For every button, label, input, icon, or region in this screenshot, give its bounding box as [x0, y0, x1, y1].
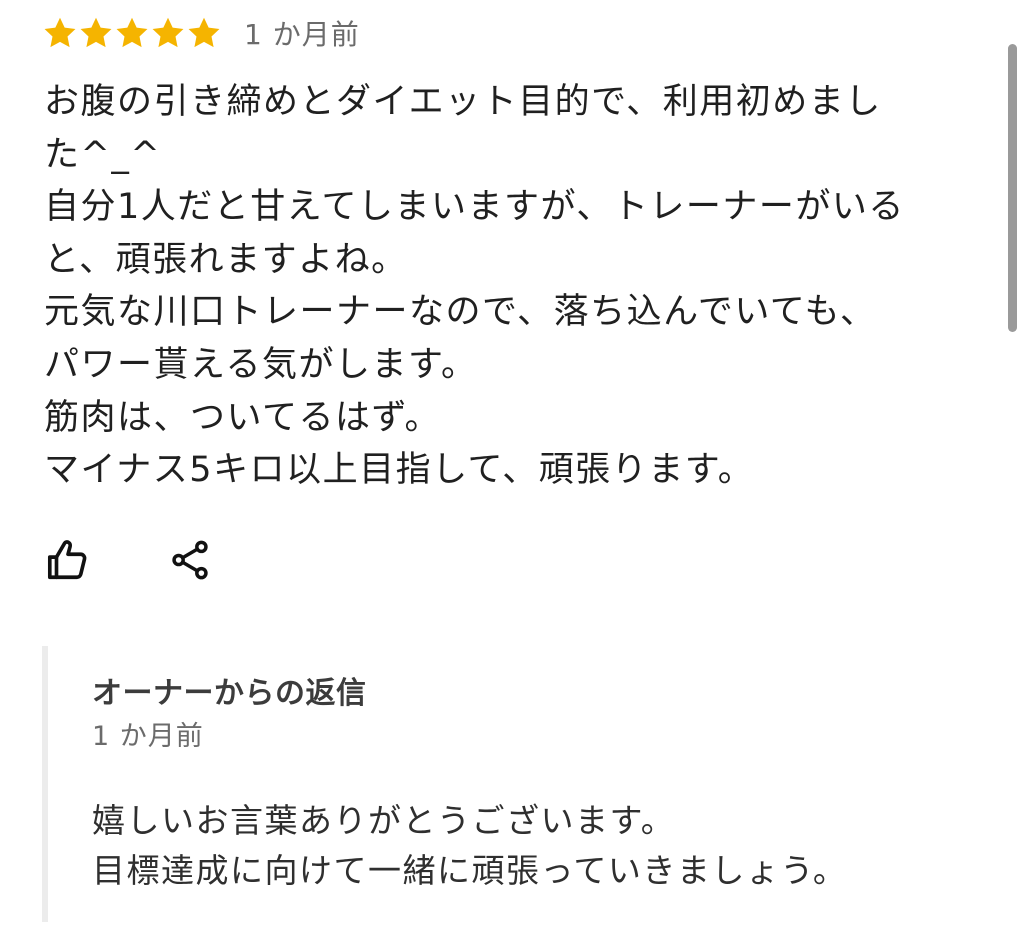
owner-reply-body: 嬉しいお言葉ありがとうございます。 目標達成に向けて一緒に頑張っていきましょう。	[92, 796, 847, 896]
share-button[interactable]	[166, 536, 214, 584]
owner-reply-timestamp: 1 か月前	[92, 721, 204, 752]
review-text-line: パワー貰える気がします。	[44, 344, 478, 385]
review-text-line: 自分1人だと甘えてしまいますが、トレーナーがいる	[44, 187, 905, 228]
review-card: 1 か月前 お腹の引き締めとダイエット目的で、利用初めまし た^_^ 自分1人だ…	[0, 0, 1024, 951]
owner-reply-title: オーナーからの返信	[92, 676, 367, 711]
thumbs-up-icon	[47, 540, 87, 580]
review-text-line: と、頑張れますよね。	[44, 239, 408, 280]
rating-row: 1 か月前	[42, 12, 360, 54]
star-icon	[188, 17, 220, 48]
owner-reply: オーナーからの返信 1 か月前 嬉しいお言葉ありがとうございます。 目標達成に向…	[42, 646, 978, 922]
star-rating	[42, 15, 222, 51]
review-text-line: た^_^	[44, 134, 162, 175]
owner-reply-text-line: 目標達成に向けて一緒に頑張っていきましょう。	[92, 851, 848, 890]
share-icon	[172, 540, 208, 580]
star-icon	[116, 17, 148, 48]
star-icon	[152, 17, 184, 48]
owner-reply-text-line: 嬉しいお言葉ありがとうございます。	[92, 801, 676, 840]
scrollbar-thumb[interactable]	[1008, 44, 1017, 332]
review-actions	[44, 536, 214, 584]
review-text-line: 筋肉は、ついてるはず。	[44, 397, 441, 438]
review-body: お腹の引き締めとダイエット目的で、利用初めまし た^_^ 自分1人だと甘えてしま…	[44, 76, 944, 497]
review-text-line: マイナス5キロ以上目指して、頑張ります。	[44, 450, 755, 491]
review-timestamp: 1 か月前	[244, 18, 360, 51]
like-button[interactable]	[44, 536, 92, 584]
star-icon	[80, 17, 112, 48]
star-icon	[44, 17, 76, 48]
review-text-line: お腹の引き締めとダイエット目的で、利用初めまし	[44, 82, 882, 122]
review-text-line: 元気な川口トレーナーなので、落ち込んでいても、	[44, 292, 877, 333]
